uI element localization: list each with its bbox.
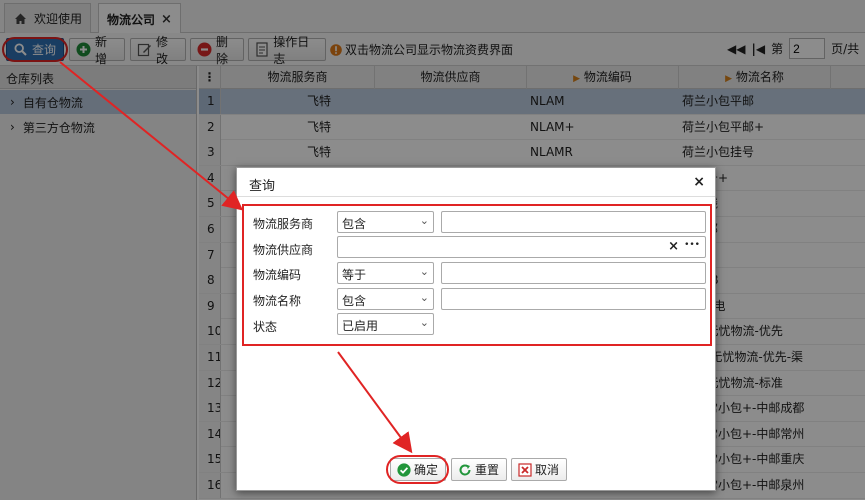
arrow-to-confirm	[337, 351, 413, 454]
arrow-to-form	[59, 61, 244, 211]
annotation-arrows	[59, 61, 413, 454]
